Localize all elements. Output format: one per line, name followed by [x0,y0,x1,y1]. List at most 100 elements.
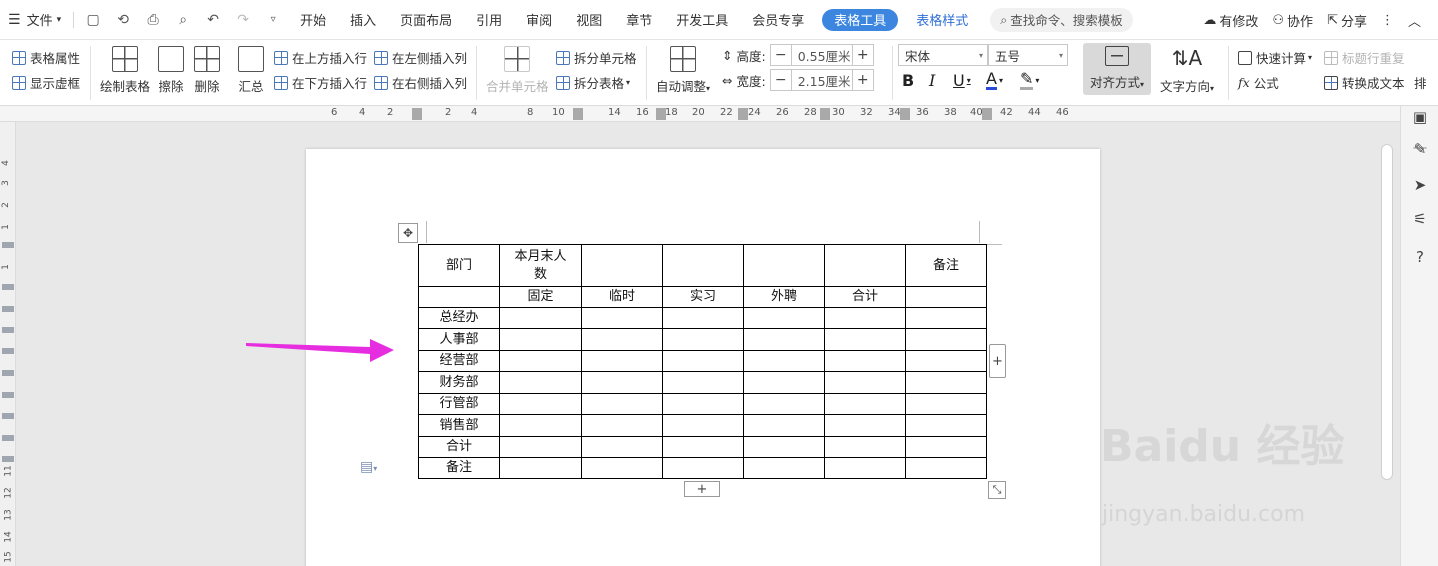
align-button[interactable]: 对齐方式▾ [1083,43,1151,95]
table-cell[interactable] [905,414,987,437]
table-cell[interactable] [662,436,744,458]
tab-review[interactable]: 审阅 [514,0,564,40]
table-cell[interactable] [581,350,663,372]
print-icon[interactable]: ⎙ [138,0,168,40]
italic-button[interactable]: I [929,71,935,90]
draw-table-button[interactable]: 绘制表格 [100,46,150,95]
table-cell[interactable]: 固定 [499,286,582,308]
table-cell[interactable] [499,371,582,394]
document-table[interactable]: 部门 本月末人数 备注 固定 临时 实习 外聘 合计 总经办 人事部 经营部 财… [418,244,987,479]
table-cell[interactable] [662,393,744,415]
table-cell[interactable] [581,414,663,437]
table-cell[interactable] [581,328,663,351]
table-cell[interactable] [662,350,744,372]
paragraph-layout-icon[interactable]: ▤▾ [360,459,377,475]
table-cell[interactable] [499,393,582,415]
table-cell[interactable] [662,244,744,287]
column-marker[interactable] [900,108,910,120]
table-cell[interactable] [905,307,987,329]
insert-col-right-button[interactable]: 在右侧插入列 [374,73,467,92]
settings-sliders-icon[interactable]: ⚟ [1409,208,1431,230]
table-properties-button[interactable]: 表格属性 [12,48,80,67]
tab-member[interactable]: 会员专享 [740,0,816,40]
table-cell[interactable]: 合计 [418,436,500,458]
split-table-button[interactable]: 拆分表格 ▾ [556,73,630,92]
table-cell[interactable]: 实习 [662,286,744,308]
tab-layout[interactable]: 页面布局 [388,0,464,40]
summary-button[interactable]: 汇总 [238,46,264,95]
save-icon[interactable]: ▢ [78,0,108,40]
title-repeat-button[interactable]: 标题行重复 [1324,48,1405,67]
insert-col-left-button[interactable]: 在左侧插入列 [374,48,467,67]
table-cell[interactable]: 财务部 [418,371,500,394]
formula-button[interactable]: fx 公式 [1238,73,1279,92]
font-name-select[interactable]: 宋体 ▾ [898,44,988,66]
tab-section[interactable]: 章节 [614,0,664,40]
font-size-select[interactable]: 五号 ▾ [988,44,1068,66]
share-button[interactable]: ⇱ 分享 [1320,11,1374,30]
table-cell[interactable] [499,457,582,479]
column-marker[interactable] [820,108,830,120]
width-input[interactable]: 2.15厘米 [790,70,853,90]
column-marker[interactable] [573,108,583,120]
table-cell[interactable] [905,328,987,351]
page-view-icon[interactable]: ▣ [1409,106,1431,128]
table-cell[interactable] [824,371,906,394]
table-cell[interactable] [743,393,825,415]
split-cells-button[interactable]: 拆分单元格 [556,48,637,67]
table-cell[interactable] [743,328,825,351]
font-color-button[interactable]: A ▾ [986,71,1003,90]
table-cell[interactable] [824,436,906,458]
table-cell[interactable]: 总经办 [418,307,500,329]
table-cell[interactable] [581,393,663,415]
table-cell[interactable]: 临时 [581,286,663,308]
table-resize-handle[interactable]: ⤡ [988,481,1006,499]
collab-button[interactable]: ⚇ 协作 [1265,11,1320,30]
table-cell[interactable] [581,457,663,479]
table-cell[interactable] [905,457,987,479]
table-cell[interactable] [824,307,906,329]
table-cell[interactable]: 行管部 [418,393,500,415]
table-cell[interactable] [905,393,987,415]
table-cell[interactable]: 部门 [418,244,500,287]
table-cell[interactable]: 备注 [905,244,987,287]
table-cell[interactable]: 人事部 [418,328,500,351]
table-cell[interactable] [743,457,825,479]
tab-table-tools[interactable]: 表格工具 [822,8,899,31]
table-cell[interactable] [662,457,744,479]
table-cell[interactable] [824,393,906,415]
collapse-ribbon-icon[interactable]: ︿ [1401,11,1428,30]
show-gridlines-button[interactable]: 显示虚框 [12,73,80,92]
table-cell[interactable] [824,328,906,351]
table-cell[interactable]: 备注 [418,457,500,479]
print-preview-icon[interactable]: ⌕ [168,0,198,40]
table-cell[interactable] [499,350,582,372]
table-cell[interactable] [499,414,582,437]
modified-button[interactable]: ☁ 有修改 [1196,11,1265,30]
pen-icon[interactable]: ✎ [1409,138,1431,160]
table-cell[interactable] [905,286,987,308]
insert-row-below-button[interactable]: 在下方插入行 [274,73,367,92]
undo-icon[interactable]: ↶ [198,0,228,40]
erase-button[interactable]: 擦除 [158,46,184,95]
table-cell[interactable] [905,371,987,394]
vertical-scrollbar[interactable] [1381,144,1393,480]
table-cell[interactable]: 本月末人数 [499,244,582,287]
highlight-button[interactable]: ✎ ▾ [1020,71,1039,90]
text-direction-button[interactable]: ⇅A 文字方向▾ [1160,46,1214,95]
height-increase-button[interactable]: + [853,45,873,65]
file-menu[interactable]: ☰ 文件 ▾ [0,0,69,40]
table-cell[interactable] [581,244,663,287]
search-box[interactable]: ⌕ 查找命令、搜索模板 [990,7,1133,32]
table-cell[interactable]: 外聘 [743,286,825,308]
table-cell[interactable] [418,286,500,308]
table-cell[interactable] [662,307,744,329]
table-cell[interactable] [824,414,906,437]
table-cell[interactable] [499,436,582,458]
redo-icon[interactable]: ↷ [228,0,258,40]
table-cell[interactable] [743,436,825,458]
table-cell[interactable] [743,414,825,437]
column-marker[interactable] [982,108,992,120]
sort-button[interactable]: 排 [1414,73,1427,92]
tab-insert[interactable]: 插入 [338,0,388,40]
